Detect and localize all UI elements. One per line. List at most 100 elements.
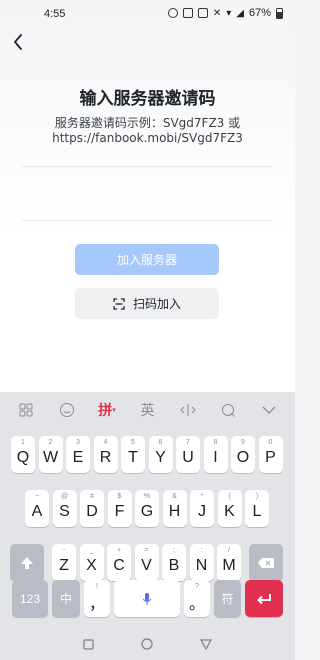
- key-sub-label: 3: [76, 439, 80, 446]
- input-divider-bottom: [22, 220, 273, 221]
- symbols-key[interactable]: 符: [214, 580, 241, 617]
- key-l[interactable]: ) L: [245, 490, 269, 527]
- key-p[interactable]: 0P: [258, 436, 283, 473]
- key-u[interactable]: 7U: [176, 436, 200, 473]
- key-t[interactable]: 5T: [121, 436, 145, 473]
- key-i[interactable]: 8I: [203, 436, 228, 473]
- key-sub-label: -: [62, 547, 66, 554]
- input-divider-top: [22, 166, 273, 167]
- key-sub-label: 1: [21, 439, 25, 446]
- comma-sub: !: [96, 583, 98, 590]
- hint-line-1: 服务器邀请码示例：SVgd7FZ3 或: [54, 116, 241, 130]
- scan-icon: [113, 297, 125, 310]
- back-button[interactable]: [6, 30, 30, 54]
- battery-percent: 67%: [248, 7, 271, 19]
- grid-menu-button[interactable]: [13, 397, 39, 423]
- app-icon: [197, 8, 208, 18]
- key-label: E: [72, 449, 84, 466]
- key-sub-label: 2: [48, 439, 53, 446]
- recents-icon[interactable]: [83, 638, 94, 650]
- pinyin-mode-button[interactable]: 拼 ▾: [94, 397, 120, 423]
- key-row-1: 1Q2W3E4R5T6Y7U8I9O0P: [0, 436, 295, 473]
- key-label: F: [114, 503, 125, 520]
- pinyin-label: 拼: [98, 403, 113, 419]
- key-w[interactable]: 2W: [38, 436, 63, 473]
- join-server-button[interactable]: 加入服务器: [75, 244, 219, 275]
- key-o[interactable]: 9O: [231, 436, 255, 473]
- key-z[interactable]: -Z: [52, 544, 76, 581]
- key-sub-label: 0: [268, 439, 273, 446]
- key-f[interactable]: $ F: [107, 490, 132, 527]
- key-label: U: [182, 449, 194, 466]
- key-sub-label: 7: [186, 439, 190, 446]
- key-label: L: [252, 503, 262, 520]
- key-y[interactable]: 6Y: [148, 436, 173, 473]
- key-sub-label: +: [116, 547, 122, 554]
- search-button[interactable]: [215, 397, 241, 423]
- key-sub-label: 9: [241, 439, 245, 446]
- period-key[interactable]: ? 。: [184, 580, 210, 617]
- cursor-move-icon: [180, 404, 196, 416]
- key-sub-label: =: [144, 547, 149, 554]
- shift-icon: [21, 556, 33, 569]
- key-n[interactable]: :N: [189, 544, 214, 581]
- key-j[interactable]: * J: [190, 490, 214, 527]
- backspace-key[interactable]: [249, 544, 283, 581]
- key-label: D: [86, 503, 98, 520]
- key-k[interactable]: (K: [217, 490, 242, 527]
- key-x[interactable]: _ X: [79, 544, 104, 581]
- key-sub-label: ~: [34, 493, 40, 500]
- key-b[interactable]: ; B: [162, 544, 186, 581]
- key-sub-label: %: [143, 493, 151, 500]
- space-key[interactable]: [114, 580, 180, 617]
- key-label: J: [198, 503, 206, 520]
- key-sub-label: #: [90, 493, 94, 500]
- key-label: Y: [155, 449, 166, 466]
- key-e[interactable]: 3E: [66, 436, 90, 473]
- key-sub-label: *: [200, 493, 204, 500]
- key-label: N: [195, 557, 208, 574]
- comma-key[interactable]: ! ，: [84, 580, 110, 617]
- english-mode-button[interactable]: 英: [134, 397, 160, 423]
- key-c[interactable]: + C: [107, 544, 131, 581]
- search-icon: [221, 403, 235, 417]
- key-label: I: [213, 449, 218, 466]
- chinese-key[interactable]: 中: [52, 580, 80, 617]
- scan-join-button[interactable]: 扫码加入: [75, 288, 219, 319]
- key-label: C: [113, 557, 125, 574]
- period-sub: ?: [195, 583, 199, 590]
- key-label: G: [140, 503, 154, 520]
- shift-key[interactable]: [10, 544, 44, 581]
- key-r[interactable]: 4R: [93, 436, 118, 473]
- key-sub-label: 5: [131, 439, 135, 446]
- key-m[interactable]: / M: [217, 544, 241, 581]
- notification-icon: [182, 8, 193, 18]
- key-g[interactable]: % G: [135, 490, 159, 527]
- key-label: S: [59, 503, 70, 520]
- microphone-icon: [142, 592, 152, 605]
- hide-keyboard-button[interactable]: [256, 397, 282, 423]
- key-q[interactable]: 1Q: [11, 436, 35, 473]
- invite-code-input[interactable]: [22, 160, 273, 222]
- cursor-move-button[interactable]: [175, 397, 201, 423]
- key-v[interactable]: = V: [134, 544, 159, 581]
- home-icon[interactable]: [141, 638, 153, 650]
- key-label: O: [236, 449, 250, 466]
- key-sub-label: _: [89, 547, 94, 554]
- keyboard-toolbar: 拼 ▾ 英: [0, 392, 295, 428]
- numbers-key[interactable]: 123: [12, 580, 48, 617]
- invite-code-hint: 服务器邀请码示例：SVgd7FZ3 或 https://fanbook.mobi…: [20, 116, 275, 146]
- scan-join-label: 扫码加入: [132, 297, 181, 311]
- back-nav-icon[interactable]: [199, 638, 212, 650]
- chevron-down-icon: [262, 406, 276, 414]
- enter-key[interactable]: [245, 580, 283, 617]
- key-a[interactable]: ~ A: [25, 490, 49, 527]
- key-s[interactable]: @ S: [52, 490, 77, 527]
- battery-icon: [276, 7, 283, 19]
- signal-icon: ◢: [236, 7, 244, 19]
- navigation-bar: [0, 628, 295, 660]
- key-d[interactable]: # D: [80, 490, 104, 527]
- emoji-icon: [59, 403, 74, 417]
- key-h[interactable]: & H: [162, 490, 187, 527]
- emoji-button[interactable]: [54, 397, 80, 423]
